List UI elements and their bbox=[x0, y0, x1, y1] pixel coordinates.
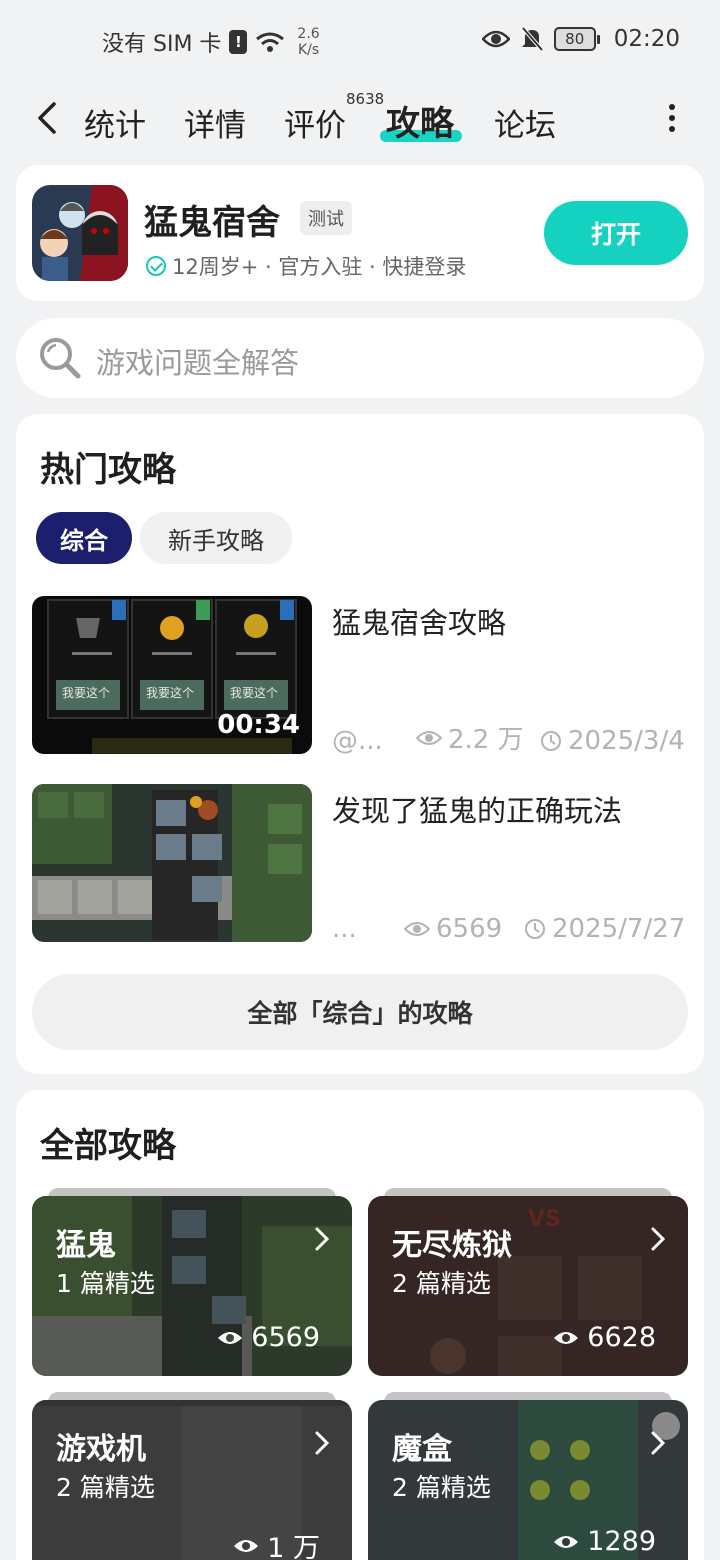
carrier-label: 没有 SIM 卡 bbox=[102, 32, 222, 57]
clock-icon bbox=[541, 731, 561, 751]
chevron-right-icon bbox=[315, 1227, 330, 1251]
article-date: 2025/3/4 bbox=[540, 726, 685, 756]
article-views: 6569 bbox=[404, 914, 502, 944]
category-name: 猛鬼 bbox=[56, 1228, 116, 1263]
article-views: 2.2 万 bbox=[416, 719, 524, 756]
category-views: 6628 bbox=[553, 1322, 656, 1353]
video-thumbnail[interactable]: 我要这个 我要这个 我要这个 00:34 bbox=[32, 596, 312, 754]
article-meta: ... 6569 2025/7/27 bbox=[332, 912, 688, 944]
category-name: 无尽炼狱 bbox=[392, 1228, 512, 1263]
search-placeholder: 游戏问题全解答 bbox=[96, 346, 300, 380]
category-name: 魔盒 bbox=[392, 1432, 452, 1467]
hot-guides-section: 热门攻略 综合 新手攻略 我要这个 我要这个 我要这个 00:34 猛鬼宿舍攻略… bbox=[16, 414, 704, 1074]
views-icon bbox=[416, 730, 442, 745]
category-card-arcade[interactable]: 游戏机 2 篇精选 1 万 bbox=[32, 1400, 352, 1560]
tab-stats[interactable]: 统计 bbox=[84, 100, 146, 145]
category-card-magic-box[interactable]: 魔盒 2 篇精选 1289 bbox=[368, 1400, 688, 1560]
chevron-right-icon bbox=[651, 1431, 666, 1455]
chevron-right-icon bbox=[651, 1227, 666, 1251]
thumb-button-3: 我要这个 bbox=[230, 686, 279, 700]
views-icon bbox=[234, 1539, 259, 1552]
category-card-menggui[interactable]: 猛鬼 1 篇精选 6569 bbox=[32, 1196, 352, 1376]
eye-comfort-icon bbox=[481, 30, 510, 48]
category-name: 游戏机 bbox=[56, 1432, 146, 1467]
app-info-card: 猛鬼宿舍 测试 12周岁+ · 官方入驻 · 快捷登录 打开 bbox=[16, 165, 704, 301]
app-icon[interactable] bbox=[32, 185, 128, 281]
article-item[interactable]: 我要这个 我要这个 我要这个 00:34 猛鬼宿舍攻略 @... 2.2 万 2… bbox=[32, 596, 688, 756]
category-views: 6569 bbox=[217, 1322, 320, 1353]
category-count: 2 篇精选 bbox=[392, 1269, 491, 1298]
tab-forum[interactable]: 论坛 bbox=[494, 100, 556, 145]
article-meta: @... 2.2 万 2025/3/4 bbox=[332, 724, 688, 756]
video-duration: 00:34 bbox=[217, 710, 300, 740]
all-general-guides-button[interactable]: 全部「综合」的攻略 bbox=[32, 974, 688, 1050]
views-icon bbox=[554, 1331, 579, 1344]
views-icon bbox=[554, 1535, 579, 1548]
all-guides-section: 全部攻略 猛鬼 1 篇精选 6569 无尽炼狱 2 篇精选 6628 游戏机 2… bbox=[16, 1090, 704, 1560]
thumb-button-1: 我要这个 bbox=[62, 686, 111, 700]
article-item[interactable]: 发现了猛鬼的正确玩法 ... 6569 2025/7/27 bbox=[32, 784, 688, 944]
chip-beginner[interactable]: 新手攻略 bbox=[140, 512, 292, 564]
article-author: ... bbox=[332, 914, 357, 944]
mute-bell-icon bbox=[521, 26, 544, 52]
thumbnail-image bbox=[32, 784, 312, 942]
category-card-endless-hell[interactable]: VS 无尽炼狱 2 篇精选 6628 bbox=[368, 1196, 688, 1376]
all-guides-title: 全部攻略 bbox=[40, 1126, 176, 1166]
tab-reviews[interactable]: 评价 bbox=[284, 100, 346, 145]
category-views: 1289 bbox=[553, 1526, 656, 1557]
search-icon bbox=[40, 338, 81, 379]
views-icon bbox=[404, 922, 430, 936]
category-count: 2 篇精选 bbox=[56, 1473, 155, 1502]
tab-guides[interactable]: 攻略 bbox=[386, 96, 454, 145]
search-bar[interactable]: 游戏问题全解答 bbox=[16, 318, 704, 398]
back-arrow-icon[interactable] bbox=[30, 98, 66, 138]
open-button[interactable]: 打开 bbox=[544, 201, 688, 265]
article-author: @... bbox=[332, 726, 383, 756]
views-icon bbox=[218, 1331, 243, 1344]
test-badge: 测试 bbox=[300, 201, 352, 235]
network-speed: 2.6 K/s bbox=[297, 26, 320, 58]
app-meta: 12周岁+ · 官方入驻 · 快捷登录 bbox=[146, 251, 466, 281]
battery-indicator: 80 bbox=[553, 27, 600, 51]
category-views: 1 万 bbox=[233, 1526, 320, 1560]
wifi-icon bbox=[256, 32, 285, 52]
top-navigation: 统计 详情 评价 8638 攻略 论坛 bbox=[0, 84, 720, 156]
chip-general[interactable]: 综合 bbox=[36, 512, 132, 564]
thumb-button-2: 我要这个 bbox=[146, 686, 195, 700]
category-count: 2 篇精选 bbox=[392, 1473, 491, 1502]
chevron-right-icon bbox=[315, 1431, 330, 1455]
hot-guides-title: 热门攻略 bbox=[40, 450, 176, 490]
clock-time: 02:20 bbox=[613, 26, 680, 52]
more-options-icon[interactable] bbox=[665, 102, 679, 134]
clock-icon bbox=[525, 919, 545, 939]
review-count-badge: 8638 bbox=[346, 90, 385, 108]
category-count: 1 篇精选 bbox=[56, 1269, 155, 1298]
tab-details[interactable]: 详情 bbox=[184, 100, 246, 145]
app-name: 猛鬼宿舍 bbox=[144, 203, 280, 243]
article-date: 2025/7/27 bbox=[524, 914, 685, 944]
sim-warning-icon: ! bbox=[229, 30, 248, 54]
article-title[interactable]: 发现了猛鬼的正确玩法 bbox=[332, 788, 622, 830]
article-title[interactable]: 猛鬼宿舍攻略 bbox=[332, 600, 506, 642]
app-meta-text: 12周岁+ · 官方入驻 · 快捷登录 bbox=[172, 255, 467, 279]
article-thumbnail[interactable] bbox=[32, 784, 312, 942]
status-bar: 没有 SIM 卡 ! 2.6 K/s 80 02:20 bbox=[0, 0, 720, 84]
verified-check-icon bbox=[146, 256, 166, 276]
